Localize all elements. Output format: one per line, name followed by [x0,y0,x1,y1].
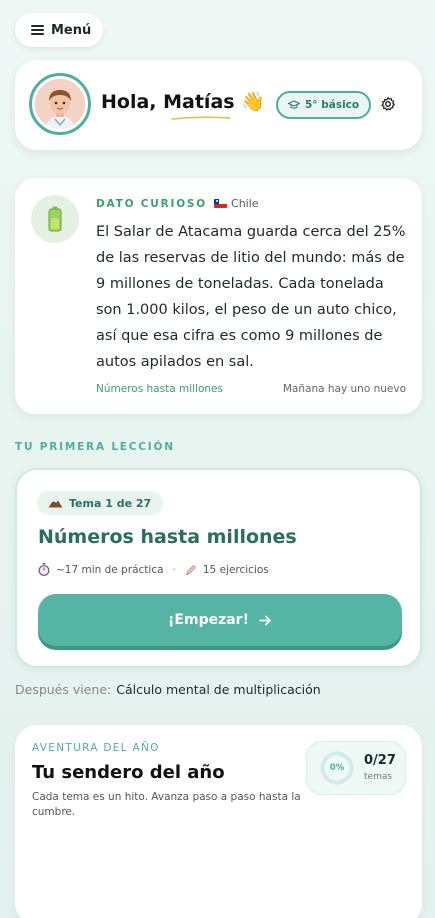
first-lesson-card: Tema 1 de 27 Números hasta millones ~17 … [15,468,422,668]
progress-count: 0/27 [364,753,396,768]
arrow-right-icon [259,615,271,625]
menu-label: Menú [51,22,92,38]
lesson-meta: ~17 min de práctica · 15 ejercicios [38,563,269,576]
fact-text: El Salar de Atacama guarda cerca del 25%… [96,224,406,370]
meta-separator: · [172,563,176,576]
gear-icon[interactable] [380,96,396,112]
greeting: Hola, Matías 👋 [101,90,265,113]
fact-kicker-label: DATO CURIOSO [96,197,208,210]
fact-country: Chile [214,197,259,210]
year-description: Cada tema es un hito. Avanza paso a paso… [32,791,301,818]
topic-pill: Tema 1 de 27 [37,491,164,515]
wave-emoji: 👋 [241,91,265,113]
topic-pill-label: Tema 1 de 27 [69,496,152,510]
stopwatch-icon [38,563,50,576]
fact-topic-link[interactable]: Números hasta millones [96,383,223,395]
graduation-cap-icon [288,100,300,109]
fact-next-note: Mañana hay uno nuevo [282,383,406,395]
year-progress-box: 0% 0/27 temas [306,741,406,795]
battery-icon [31,195,79,243]
fact-kicker: DATO CURIOSO Chile [96,197,259,210]
year-adventure-card: AVENTURA DEL AÑO Tu sendero del año Cada… [15,725,422,918]
menu-button[interactable]: Menú [15,13,103,47]
name-underline-decoration [171,116,231,120]
profile-header-card: Hola, Matías 👋 5° básico [15,60,422,150]
section-label-first-lesson: TU PRIMERA LECCIÓN [15,441,175,453]
start-button[interactable]: ¡Empezar! [38,594,402,646]
grade-label: 5° básico [305,99,360,111]
fun-fact-card: DATO CURIOSO Chile El Salar de Atacama g… [15,178,422,414]
fact-country-label: Chile [231,197,259,210]
lesson-duration: ~17 min de práctica [56,563,164,576]
lesson-exercises: 15 ejercicios [202,563,269,576]
lesson-title: Números hasta millones [38,526,297,548]
progress-percent: 0% [329,763,345,773]
hamburger-icon [31,25,44,35]
avatar-image [35,79,85,129]
start-button-label: ¡Empezar! [168,612,249,628]
greeting-text: Hola, Matías [101,91,235,113]
chile-flag-icon [214,199,228,208]
avatar[interactable] [29,73,91,135]
next-topic-line: Después viene: Cálculo mental de multipli… [15,682,321,697]
year-kicker: AVENTURA DEL AÑO [32,742,160,754]
grade-badge[interactable]: 5° básico [276,91,372,119]
pencil-icon [185,564,196,575]
next-topic-prefix: Después viene: [15,682,112,697]
progress-unit: temas [364,772,393,782]
mountain-icon [48,500,63,508]
next-topic-name: Cálculo mental de multiplicación [116,682,321,697]
year-title: Tu sendero del año [32,762,225,783]
